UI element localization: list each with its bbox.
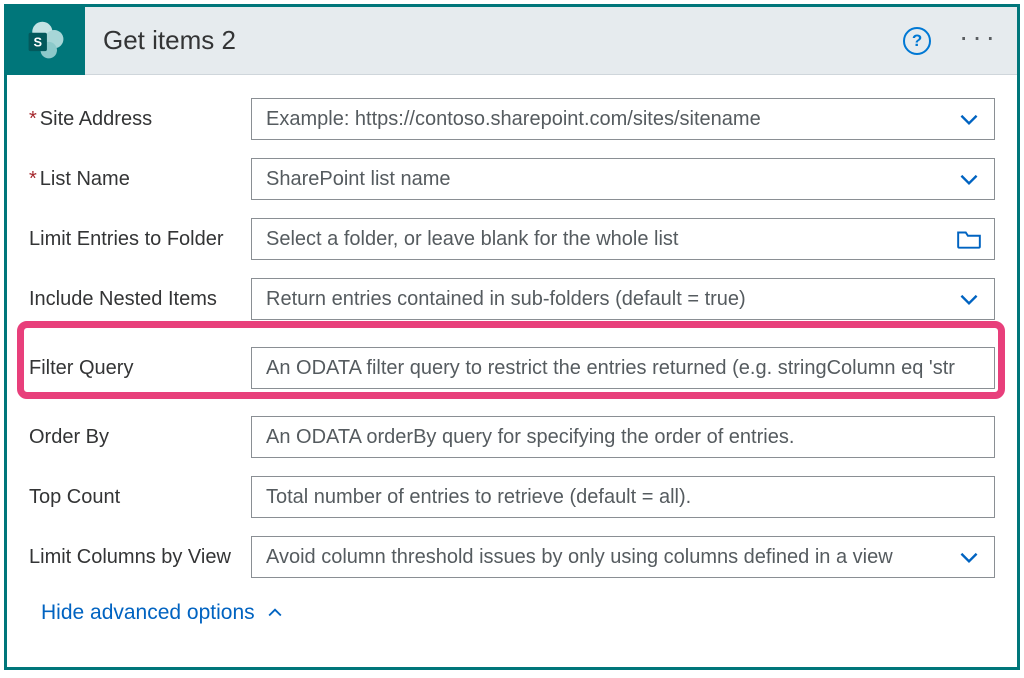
list-name-dropdown[interactable]: SharePoint list name: [251, 158, 995, 200]
field-row-top-count: Top Count Total number of entries to ret…: [29, 467, 995, 527]
field-row-limit-columns: Limit Columns by View Avoid column thres…: [29, 527, 995, 587]
field-label: Top Count: [29, 486, 251, 509]
limit-folder-input[interactable]: Select a folder, or leave blank for the …: [251, 218, 995, 260]
field-label: *List Name: [29, 168, 251, 191]
chevron-down-icon: [954, 544, 984, 570]
field-row-list-name: *List Name SharePoint list name: [29, 149, 995, 209]
chevron-down-icon: [954, 166, 984, 192]
include-nested-dropdown[interactable]: Return entries contained in sub-folders …: [251, 278, 995, 320]
field-row-site-address: *Site Address Example: https://contoso.s…: [29, 89, 995, 149]
field-label: *Site Address: [29, 108, 251, 131]
field-label: Limit Entries to Folder: [29, 228, 251, 251]
more-menu-button[interactable]: ···: [959, 21, 999, 61]
placeholder-text: Example: https://contoso.sharepoint.com/…: [266, 108, 954, 131]
top-count-input[interactable]: Total number of entries to retrieve (def…: [251, 476, 995, 518]
placeholder-text: Avoid column threshold issues by only us…: [266, 546, 954, 569]
placeholder-text: Return entries contained in sub-folders …: [266, 288, 954, 311]
help-button[interactable]: ?: [903, 27, 931, 55]
filter-query-input[interactable]: An ODATA filter query to restrict the en…: [251, 347, 995, 389]
field-label: Filter Query: [29, 357, 251, 380]
placeholder-text: Select a folder, or leave blank for the …: [266, 228, 954, 251]
required-asterisk: *: [29, 109, 37, 129]
chevron-down-icon: [954, 286, 984, 312]
action-card: S Get items 2 ? ··· *Site Address Exampl…: [4, 4, 1020, 670]
sharepoint-icon: S: [24, 19, 68, 63]
site-address-dropdown[interactable]: Example: https://contoso.sharepoint.com/…: [251, 98, 995, 140]
field-label: Include Nested Items: [29, 288, 251, 311]
chevron-down-icon: [954, 106, 984, 132]
field-label: Limit Columns by View: [29, 546, 251, 569]
field-row-filter-query: Filter Query An ODATA filter query to re…: [29, 329, 995, 407]
folder-picker-icon[interactable]: [954, 228, 984, 250]
chevron-up-icon: [265, 603, 285, 623]
card-body: *Site Address Example: https://contoso.s…: [7, 75, 1017, 635]
placeholder-text: An ODATA filter query to restrict the en…: [266, 357, 984, 380]
required-asterisk: *: [29, 169, 37, 189]
hide-advanced-options-link[interactable]: Hide advanced options: [29, 587, 995, 625]
placeholder-text: SharePoint list name: [266, 168, 954, 191]
svg-text:S: S: [33, 34, 42, 49]
connector-icon-wrap: S: [7, 7, 85, 75]
card-title[interactable]: Get items 2: [103, 25, 903, 56]
field-label: Order By: [29, 426, 251, 449]
order-by-input[interactable]: An ODATA orderBy query for specifying th…: [251, 416, 995, 458]
limit-columns-dropdown[interactable]: Avoid column threshold issues by only us…: [251, 536, 995, 578]
field-row-order-by: Order By An ODATA orderBy query for spec…: [29, 407, 995, 467]
field-row-limit-folder: Limit Entries to Folder Select a folder,…: [29, 209, 995, 269]
card-header: S Get items 2 ? ···: [7, 7, 1017, 75]
placeholder-text: An ODATA orderBy query for specifying th…: [266, 426, 984, 449]
placeholder-text: Total number of entries to retrieve (def…: [266, 486, 984, 509]
field-row-include-nested: Include Nested Items Return entries cont…: [29, 269, 995, 329]
advanced-options-label: Hide advanced options: [41, 601, 255, 625]
